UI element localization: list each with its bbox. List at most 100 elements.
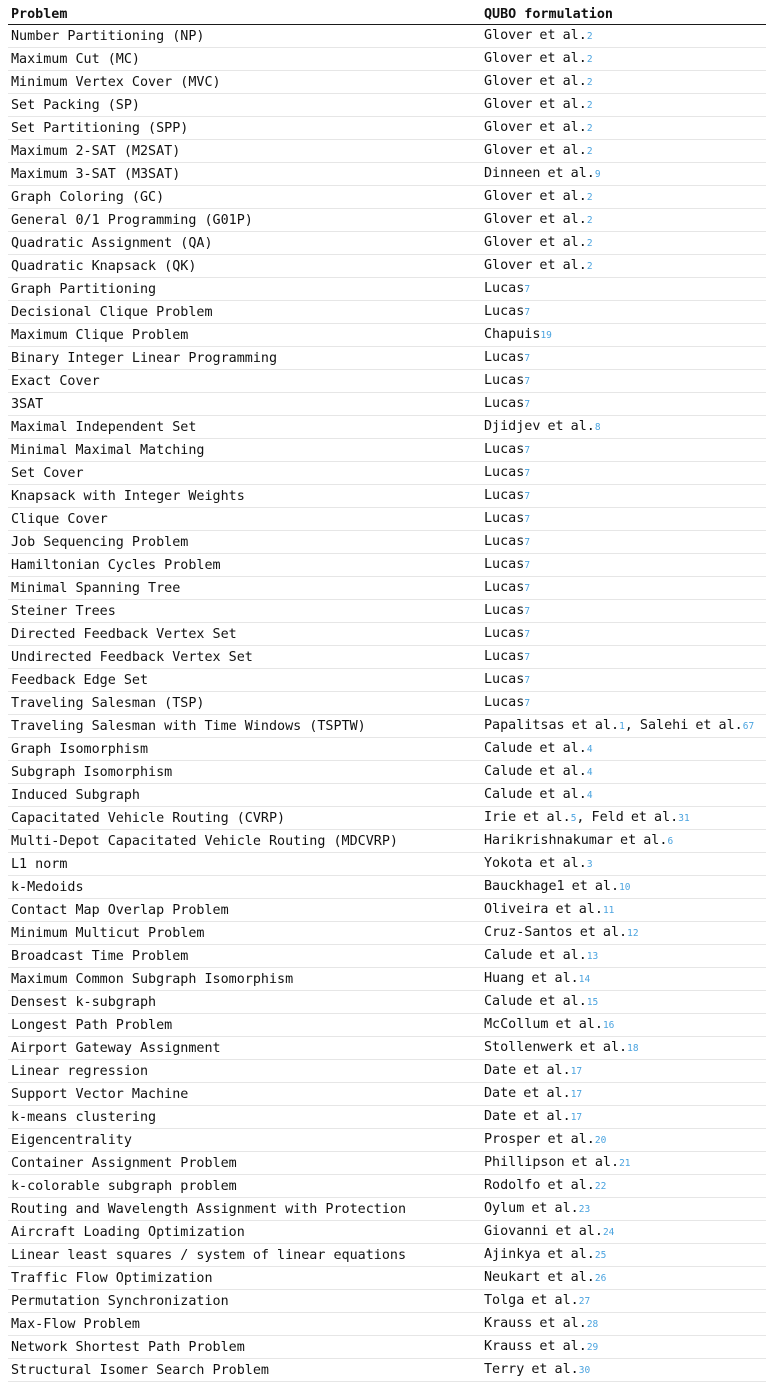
citation-link[interactable]: 9 [595,169,601,180]
citation-link[interactable]: 2 [587,261,593,272]
citation-link[interactable]: 12 [627,928,638,939]
table-row: Linear least squares / system of linear … [8,1243,766,1267]
table-body: Number Partitioning (NP) Glover et al.2 Ma… [8,24,766,1382]
citation-link[interactable]: 19 [540,330,551,341]
citation-link[interactable]: 7 [524,652,530,663]
problem-cell: Induced Subgraph [8,783,481,807]
reference-author: Lucas [484,557,525,572]
citation-link[interactable]: 26 [595,1273,606,1284]
formulation-cell: Neukart et al.26 [481,1266,766,1290]
citation-link[interactable]: 2 [587,192,593,203]
formulation-cell: Terry et al.30 [481,1358,766,1382]
citation-link[interactable]: 16 [603,1020,614,1031]
citation-link[interactable]: 20 [595,1135,606,1146]
citation-link[interactable]: 22 [595,1181,606,1192]
citation-link[interactable]: 2 [587,123,593,134]
table-row: Maximum Cut (MC) Glover et al.2 [8,47,766,71]
citation-link[interactable]: 7 [524,583,530,594]
formulation-cell: Lucas7 [481,553,766,577]
citation-link[interactable]: 7 [524,514,530,525]
citation-link[interactable]: 7 [524,491,530,502]
citation-link[interactable]: 29 [587,1342,598,1353]
citation-link[interactable]: 2 [587,100,593,111]
citation-link[interactable]: 7 [524,284,530,295]
problem-cell: Traveling Salesman with Time Windows (TS… [8,714,481,738]
problem-cell: Aircraft Loading Optimization [8,1220,481,1244]
citation-link[interactable]: 2 [587,31,593,42]
citation-link[interactable]: 6 [667,836,673,847]
citation-link[interactable]: 7 [524,560,530,571]
citation-link[interactable]: 1 [619,721,625,732]
problem-cell: Maximum Common Subgraph Isomorphism [8,967,481,991]
citation-link[interactable]: 17 [571,1089,582,1100]
formulation-cell: Glover et al.2 [481,231,766,255]
citation-link[interactable]: 7 [524,606,530,617]
problem-cell: Set Packing (SP) [8,93,481,117]
citation-link[interactable]: 7 [524,376,530,387]
table-row: k-colorable subgraph problem Rodolfo et a… [8,1174,766,1198]
reference-author: Neukart et al. [484,1270,595,1285]
formulation-cell: Krauss et al.28 [481,1312,766,1336]
citation-link[interactable]: 7 [524,353,530,364]
citation-link[interactable]: 4 [587,790,593,801]
table-row: Decisional Clique Problem Lucas7 [8,300,766,324]
citation-link[interactable]: 7 [524,537,530,548]
problem-cell: Binary Integer Linear Programming [8,346,481,370]
citation-link[interactable]: 7 [524,307,530,318]
citation-link[interactable]: 7 [524,698,530,709]
citation-link[interactable]: 7 [524,399,530,410]
formulation-cell: Irie et al.5, Feld et al.31 [481,806,766,830]
problem-cell: 3SAT [8,392,481,416]
table-row: Steiner Trees Lucas7 [8,599,766,623]
citation-link[interactable]: 67 [743,721,754,732]
table-row: Number Partitioning (NP) Glover et al.2 [8,24,766,48]
table-row: Container Assignment Problem Phillipson e… [8,1151,766,1175]
citation-link[interactable]: 30 [579,1365,590,1376]
citation-link[interactable]: 2 [587,238,593,249]
table-row: Maximum Clique Problem Chapuis19 [8,323,766,347]
citation-link[interactable]: 14 [579,974,590,985]
reference-author: Huang et al. [484,971,579,986]
citation-link[interactable]: 24 [603,1227,614,1238]
citation-link[interactable]: 7 [524,468,530,479]
reference-author: Glover et al. [484,51,587,66]
table-row: Traveling Salesman with Time Windows (TS… [8,714,766,738]
citation-link[interactable]: 2 [587,146,593,157]
citation-link[interactable]: 31 [678,813,689,824]
citation-link[interactable]: 28 [587,1319,598,1330]
citation-link[interactable]: 10 [619,882,630,893]
citation-link[interactable]: 2 [587,77,593,88]
problem-cell: Minimum Vertex Cover (MVC) [8,70,481,94]
reference-author: Lucas [484,350,525,365]
table-row: k-Medoids Bauckhage1 et al.10 [8,875,766,899]
problem-cell: Graph Isomorphism [8,737,481,761]
formulation-cell: Phillipson et al.21 [481,1151,766,1175]
citation-link[interactable]: 2 [587,215,593,226]
citation-link[interactable]: 17 [571,1112,582,1123]
table-row: Maximal Independent Set Djidjev et al.8 [8,415,766,439]
citation-link[interactable]: 23 [579,1204,590,1215]
citation-link[interactable]: 3 [587,859,593,870]
problem-cell: Graph Coloring (GC) [8,185,481,209]
citation-link[interactable]: 7 [524,445,530,456]
citation-link[interactable]: 18 [627,1043,638,1054]
citation-link[interactable]: 11 [603,905,614,916]
problem-cell: Linear regression [8,1059,481,1083]
citation-link[interactable]: 17 [571,1066,582,1077]
citation-link[interactable]: 2 [587,54,593,65]
citation-link[interactable]: 5 [571,813,577,824]
citation-link[interactable]: 7 [524,629,530,640]
table-row: Set Cover Lucas7 [8,461,766,485]
citation-link[interactable]: 4 [587,744,593,755]
citation-link[interactable]: 21 [619,1158,630,1169]
citation-link[interactable]: 7 [524,675,530,686]
citation-link[interactable]: 27 [579,1296,590,1307]
formulation-cell: Glover et al.2 [481,24,766,48]
citation-link[interactable]: 8 [595,422,601,433]
citation-link[interactable]: 15 [587,997,598,1008]
citation-link[interactable]: 25 [595,1250,606,1261]
citation-link[interactable]: 13 [587,951,598,962]
table-row: Subgraph Isomorphism Calude et al.4 [8,760,766,784]
problem-cell: Set Partitioning (SPP) [8,116,481,140]
citation-link[interactable]: 4 [587,767,593,778]
